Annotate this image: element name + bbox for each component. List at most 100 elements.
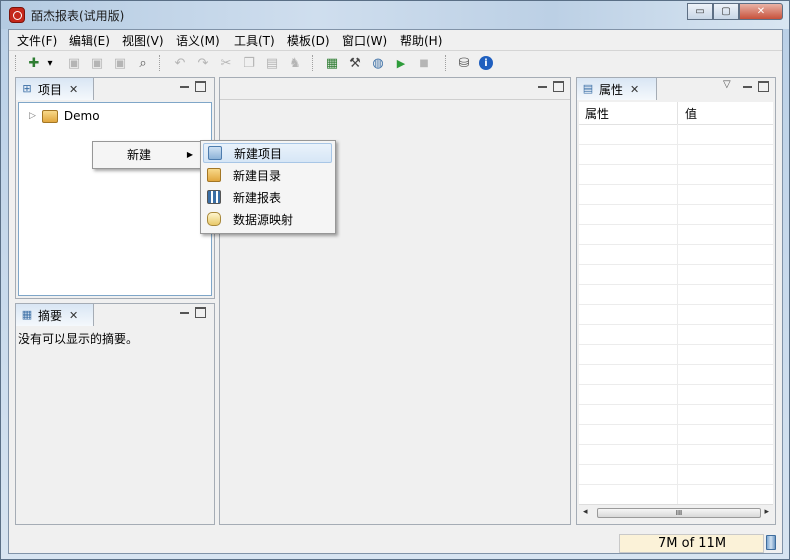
title-bar[interactable]: 皕杰报表(试用版) ▭ ▢ ✕ (1, 1, 789, 29)
grid-line (579, 264, 773, 265)
grid-line (579, 424, 773, 425)
grid-line (579, 384, 773, 385)
maximize-panel-icon[interactable] (553, 81, 564, 92)
cut-icon: ✂ (220, 55, 232, 71)
submenu-item-new-project[interactable]: 新建项目 (203, 143, 332, 163)
grid-line (579, 184, 773, 185)
scrollbar-thumb[interactable]: III (597, 508, 761, 518)
menu-help[interactable]: 帮助(H) (400, 32, 442, 49)
submenu-item-datasource-mapping[interactable]: 数据源映射 (203, 209, 332, 229)
grid-line (579, 364, 773, 365)
tab-summary[interactable]: ▦ 摘要 ✕ (16, 304, 94, 326)
view-menu-icon[interactable]: ▽ (723, 79, 731, 90)
tab-summary-label: 摘要 (38, 308, 63, 323)
submenu-item-label: 新建目录 (233, 168, 282, 183)
context-menu-item-new[interactable]: 新建 ▶ (95, 144, 201, 164)
tab-project[interactable]: ⊞ 项目 ✕ (16, 78, 94, 100)
project-folder-icon (41, 109, 58, 123)
maximize-button[interactable]: ▢ (713, 3, 739, 20)
tree-item-demo[interactable]: ▷ Demo (29, 109, 100, 123)
minimize-panel-icon[interactable] (180, 83, 189, 88)
context-menu-item-label: 新建 (127, 147, 152, 162)
menu-tools[interactable]: 工具(T) (234, 32, 275, 49)
maximize-panel-icon[interactable] (758, 81, 769, 92)
grid-line (579, 464, 773, 465)
copy-icon: ❐ (243, 55, 255, 71)
new-dropdown-arrow-icon[interactable]: ▾ (45, 54, 55, 72)
new-project-icon (208, 146, 222, 160)
maximize-panel-icon[interactable] (195, 307, 206, 318)
properties-panel: ▤ 属性 ✕ ▽ 属性 值 ◂ III ▸ (576, 77, 776, 525)
submenu-arrow-icon: ▶ (186, 149, 193, 159)
project-panel: ⊞ 项目 ✕ ▷ Demo (15, 77, 215, 299)
workbench: 文件(F) 编辑(E) 视图(V) 语义(M) 工具(T) 模板(D) 窗口(W… (8, 29, 783, 554)
menu-window[interactable]: 窗口(W) (342, 32, 387, 49)
toolbar-separator (312, 55, 314, 71)
panel-controls (180, 307, 206, 318)
new-icon[interactable]: ✚ (25, 54, 43, 72)
column-divider (677, 102, 678, 124)
column-header-property[interactable]: 属性 (585, 105, 609, 122)
info-icon[interactable]: i (479, 56, 493, 70)
properties-icon: ▤ (582, 82, 594, 95)
close-tab-icon[interactable]: ✕ (630, 83, 639, 96)
context-menu: 新建 ▶ (92, 141, 204, 169)
horizontal-scrollbar[interactable]: ◂ III ▸ (579, 504, 773, 522)
zoom-icon[interactable]: ⌕ (134, 54, 152, 72)
redo-icon: ↷ (197, 55, 209, 71)
submenu-item-label: 数据源映射 (233, 212, 294, 227)
editor-tab-strip (220, 78, 570, 100)
find-icon: ♞ (289, 55, 301, 71)
tab-project-label: 项目 (38, 82, 63, 97)
close-button[interactable]: ✕ (739, 3, 783, 20)
close-tab-icon[interactable]: ✕ (69, 309, 78, 322)
grid-line (579, 244, 773, 245)
scroll-right-icon[interactable]: ▸ (764, 507, 769, 517)
new-folder-icon (207, 168, 221, 182)
panel-controls (180, 81, 206, 92)
close-tab-icon[interactable]: ✕ (69, 83, 78, 96)
menu-template[interactable]: 模板(D) (287, 32, 330, 49)
expand-arrow-icon[interactable]: ▷ (29, 111, 36, 121)
submenu-item-new-directory[interactable]: 新建目录 (203, 165, 332, 185)
tab-properties[interactable]: ▤ 属性 ✕ (577, 78, 657, 100)
menu-edit[interactable]: 编辑(E) (69, 32, 110, 49)
column-grid-divider (677, 124, 678, 505)
paste-icon: ▤ (265, 55, 279, 71)
maximize-panel-icon[interactable] (195, 81, 206, 92)
scroll-left-icon[interactable]: ◂ (583, 507, 588, 517)
window-controls: ▭ ▢ ✕ (687, 3, 783, 20)
minimize-button[interactable]: ▭ (687, 3, 713, 20)
minimize-panel-icon[interactable] (743, 83, 752, 88)
submenu-item-new-report[interactable]: 新建报表 (203, 187, 332, 207)
summary-message: 没有可以显示的摘要。 (18, 332, 139, 346)
project-tree[interactable]: ▷ Demo (18, 102, 212, 296)
toolbar-separator (445, 55, 447, 71)
menu-view[interactable]: 视图(V) (122, 32, 164, 49)
status-bar: 7M of 11M (9, 533, 782, 554)
toolbar: ✚ ▾ ▣ ▣ ▣ ⌕ ↶ ↷ ✂ ❐ ▤ ♞ ▦ ⚒ ◍ ▶ ■ ⛁ i (9, 51, 782, 75)
application-window: 皕杰报表(试用版) ▭ ▢ ✕ 文件(F) 编辑(E) 视图(V) 语义(M) … (0, 0, 790, 560)
stop-icon: ■ (419, 57, 429, 69)
globe-icon[interactable]: ◍ (369, 54, 387, 72)
datasource-icon[interactable]: ⛁ (455, 54, 473, 72)
tools-icon[interactable]: ⚒ (346, 54, 364, 72)
excel-icon[interactable]: ▦ (323, 54, 341, 72)
menu-semantic[interactable]: 语义(M) (176, 32, 220, 49)
window-title: 皕杰报表(试用版) (31, 9, 125, 23)
column-header-value[interactable]: 值 (685, 105, 697, 122)
run-icon[interactable]: ▶ (392, 54, 410, 72)
summary-icon: ▦ (21, 308, 33, 321)
minimize-panel-icon[interactable] (180, 309, 189, 314)
grid-line (579, 404, 773, 405)
toolbar-separator (15, 55, 17, 71)
garbage-collect-icon[interactable] (766, 535, 776, 550)
properties-table[interactable]: 属性 值 ◂ III ▸ (579, 102, 773, 522)
grid-line (579, 224, 773, 225)
grid-line (579, 344, 773, 345)
context-submenu: 新建项目 新建目录 新建报表 数据源映射 (200, 140, 336, 234)
grid-line (579, 324, 773, 325)
minimize-panel-icon[interactable] (538, 83, 547, 88)
menu-file[interactable]: 文件(F) (17, 32, 57, 49)
undo-icon: ↶ (174, 55, 186, 71)
